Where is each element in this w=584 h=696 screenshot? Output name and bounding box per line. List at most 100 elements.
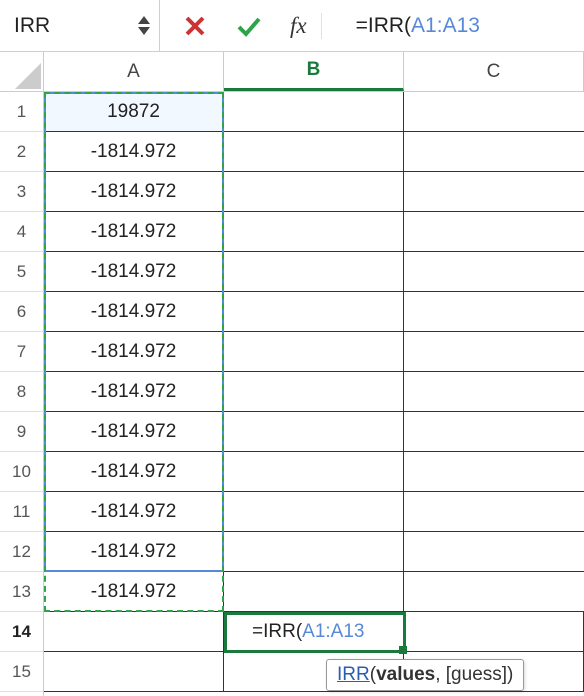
cell-a9[interactable]: -1814.972 (44, 412, 224, 452)
row-header-9[interactable]: 9 (0, 412, 43, 452)
cell-c1[interactable] (404, 92, 584, 132)
row-header-1[interactable]: 1 (0, 92, 43, 132)
grid-row: -1814.972 (44, 452, 584, 492)
cell-a15[interactable] (44, 652, 224, 692)
row-header-gutter: 1 2 3 4 5 6 7 8 9 10 11 12 13 14 15 (0, 52, 44, 696)
row-header-6[interactable]: 6 (0, 292, 43, 332)
column-header-c[interactable]: C (404, 52, 584, 91)
cell-c12[interactable] (404, 532, 584, 572)
cell-c10[interactable] (404, 452, 584, 492)
row-header-15[interactable]: 15 (0, 652, 43, 692)
cell-a11[interactable]: -1814.972 (44, 492, 224, 532)
chevron-down-icon (137, 26, 151, 36)
formula-range-ref: A1:A13 (411, 14, 480, 38)
confirm-button[interactable] (236, 13, 262, 39)
row-header-12[interactable]: 12 (0, 532, 43, 572)
row-header-4[interactable]: 4 (0, 212, 43, 252)
cell-c14[interactable] (404, 612, 584, 652)
tooltip-function-name: IRR (337, 664, 370, 685)
formula-bar-actions: fx (160, 13, 344, 39)
formula-input[interactable]: =IRR(A1:A13 (344, 14, 480, 38)
cell-c8[interactable] (404, 372, 584, 412)
grid-row: -1814.972 (44, 532, 584, 572)
tooltip-arg-guess: [guess] (446, 664, 507, 685)
cell-c7[interactable] (404, 332, 584, 372)
cell-a8[interactable]: -1814.972 (44, 372, 224, 412)
grid-row: -1814.972 (44, 332, 584, 372)
formula-prefix: =IRR( (356, 14, 411, 38)
cell-a4[interactable]: -1814.972 (44, 212, 224, 252)
tooltip-sep: , (435, 664, 446, 685)
cell-formula-prefix: =IRR( (252, 621, 302, 643)
cell-a14[interactable] (44, 612, 224, 652)
row-header-13[interactable]: 13 (0, 572, 43, 612)
tooltip-close-paren: ) (507, 664, 513, 685)
cell-b6[interactable] (224, 292, 404, 332)
cell-b1[interactable] (224, 92, 404, 132)
cell-a10[interactable]: -1814.972 (44, 452, 224, 492)
grid-row: -1814.972 (44, 492, 584, 532)
name-box-stepper[interactable] (137, 15, 151, 36)
row-header-14[interactable]: 14 (0, 612, 43, 652)
cell-a13[interactable]: -1814.972 (44, 572, 224, 612)
column-headers: A B C (44, 52, 584, 92)
name-box-text: IRR (14, 14, 50, 38)
cell-c6[interactable] (404, 292, 584, 332)
row-header-8[interactable]: 8 (0, 372, 43, 412)
tooltip-arg-values: values (376, 664, 435, 685)
cell-a5[interactable]: -1814.972 (44, 252, 224, 292)
cell-c2[interactable] (404, 132, 584, 172)
column-header-a[interactable]: A (44, 52, 224, 91)
grid-row: -1814.972 (44, 172, 584, 212)
function-tooltip[interactable]: IRR(values, [guess]) (326, 659, 524, 691)
cell-c9[interactable] (404, 412, 584, 452)
cell-b10[interactable] (224, 452, 404, 492)
select-all-corner[interactable] (0, 52, 43, 92)
cell-b4[interactable] (224, 212, 404, 252)
cell-b9[interactable] (224, 412, 404, 452)
cell-a1[interactable]: 19872 (44, 92, 224, 132)
cell-b8[interactable] (224, 372, 404, 412)
cell-c11[interactable] (404, 492, 584, 532)
cell-c5[interactable] (404, 252, 584, 292)
fx-label[interactable]: fx (290, 13, 322, 39)
formula-bar: IRR fx =IRR(A1:A13 (0, 0, 584, 52)
cell-b3[interactable] (224, 172, 404, 212)
cell-b11[interactable] (224, 492, 404, 532)
cell-c4[interactable] (404, 212, 584, 252)
cell-b5[interactable] (224, 252, 404, 292)
row-header-11[interactable]: 11 (0, 492, 43, 532)
grid-row: 19872 (44, 92, 584, 132)
row-header-2[interactable]: 2 (0, 132, 43, 172)
grid-body: A B C 19872 -1814.972 -1814.972 (44, 52, 584, 696)
grid-row: -1814.972 (44, 372, 584, 412)
cell-a7[interactable]: -1814.972 (44, 332, 224, 372)
cell-b2[interactable] (224, 132, 404, 172)
cell-b14-content: =IRR(A1:A13 (234, 621, 364, 643)
grid-row: -1814.972 (44, 292, 584, 332)
grid-row: -1814.972 (44, 572, 584, 612)
cell-formula-ref: A1:A13 (302, 621, 364, 643)
grid-row: -1814.972 (44, 132, 584, 172)
cancel-button[interactable] (182, 13, 208, 39)
cell-a2[interactable]: -1814.972 (44, 132, 224, 172)
chevron-up-icon (137, 15, 151, 25)
cell-b14[interactable]: =IRR(A1:A13 (224, 612, 404, 652)
cell-b13[interactable] (224, 572, 404, 612)
cell-b7[interactable] (224, 332, 404, 372)
spreadsheet-grid: 1 2 3 4 5 6 7 8 9 10 11 12 13 14 15 A B … (0, 52, 584, 696)
row-header-7[interactable]: 7 (0, 332, 43, 372)
column-header-b[interactable]: B (224, 52, 404, 91)
check-icon (236, 15, 262, 37)
cell-a6[interactable]: -1814.972 (44, 292, 224, 332)
cell-c3[interactable] (404, 172, 584, 212)
cell-b12[interactable] (224, 532, 404, 572)
row-header-3[interactable]: 3 (0, 172, 43, 212)
cell-a12[interactable]: -1814.972 (44, 532, 224, 572)
name-box[interactable]: IRR (0, 0, 160, 51)
row-header-5[interactable]: 5 (0, 252, 43, 292)
cell-c13[interactable] (404, 572, 584, 612)
row-header-10[interactable]: 10 (0, 452, 43, 492)
grid-row: -1814.972 (44, 252, 584, 292)
cell-a3[interactable]: -1814.972 (44, 172, 224, 212)
